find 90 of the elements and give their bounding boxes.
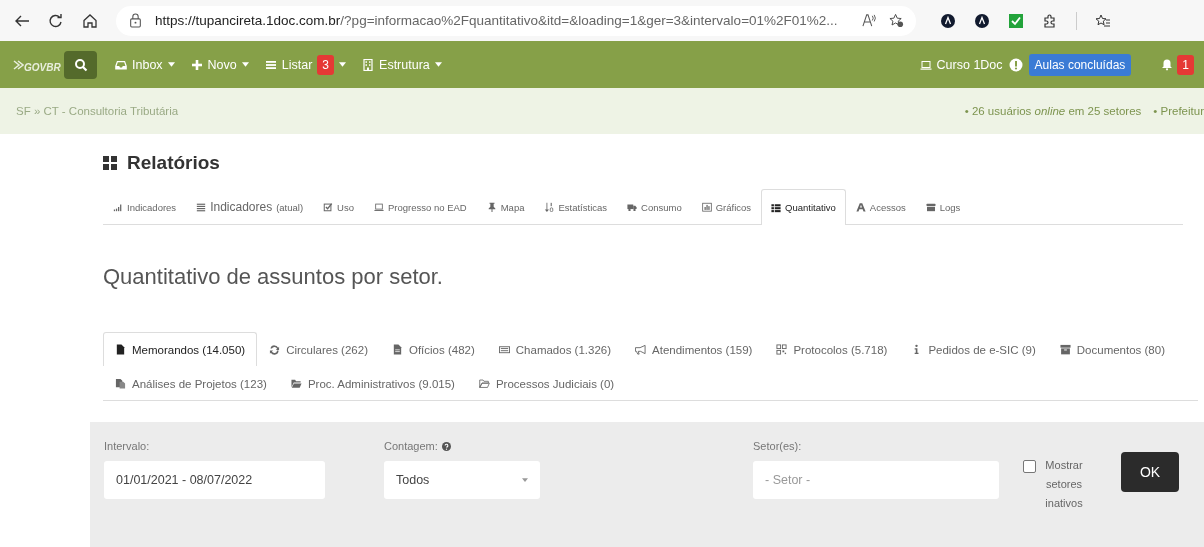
list-icon bbox=[264, 58, 277, 71]
add-favorite-icon[interactable] bbox=[889, 13, 904, 28]
checkbox-label: Mostrar setores inativos bbox=[1044, 458, 1084, 511]
search-button[interactable] bbox=[64, 50, 97, 79]
document-tab[interactable]: Análises de Projetos (123) bbox=[103, 366, 279, 400]
caret-icon bbox=[167, 62, 175, 67]
document-tab[interactable]: Pedidos de e-SIC (9) bbox=[899, 332, 1048, 366]
bar-chart-icon bbox=[701, 202, 712, 212]
menu-item[interactable]: Listar 3 bbox=[264, 54, 347, 75]
document-tab[interactable]: Chamados (1.326) bbox=[486, 332, 624, 366]
document-tab[interactable]: Protocolos (5.718) bbox=[764, 332, 900, 366]
document-tab[interactable]: Atendimentos (159) bbox=[623, 332, 765, 366]
qr-code-icon bbox=[776, 344, 788, 355]
report-tab[interactable]: Consumo bbox=[617, 189, 692, 224]
pin-icon bbox=[486, 202, 497, 212]
puzzle-icon[interactable] bbox=[1042, 12, 1058, 29]
home-icon[interactable] bbox=[82, 12, 98, 29]
inbox-icon bbox=[115, 58, 127, 71]
page-title: Relatórios bbox=[127, 152, 220, 174]
url-text: https://tupancireta.1doc.com.br/?pg=informacao%2Fquantitativo&itd=&loading=1&ger=3&intervalo=01%2F01%2... bbox=[155, 13, 839, 28]
building-icon bbox=[362, 58, 375, 71]
file-icon bbox=[115, 344, 126, 355]
report-tab[interactable]: Acessos bbox=[845, 189, 916, 224]
document-tab[interactable]: Proc. Administrativos (9.015) bbox=[278, 366, 467, 400]
count-select[interactable]: Todos bbox=[384, 461, 540, 499]
alert-icon bbox=[1008, 57, 1023, 72]
folder-icon bbox=[478, 378, 490, 389]
document-tab[interactable]: Memorandos (14.050) bbox=[103, 332, 258, 366]
checkbox[interactable] bbox=[1023, 460, 1036, 473]
copy-icon bbox=[115, 378, 126, 389]
report-tab[interactable]: Indicadores bbox=[103, 189, 187, 224]
sort-icon bbox=[544, 202, 555, 212]
folder-icon bbox=[290, 378, 302, 389]
caret-icon bbox=[522, 478, 528, 482]
address-bar[interactable]: https://tupancireta.1doc.com.br/?pg=informacao%2Fquantitativo&itd=&loading=1&ger=3&intervalo=01%2F01%2... bbox=[116, 5, 916, 36]
report-tab[interactable]: Progresso no EAD bbox=[364, 189, 477, 224]
field-label: Contagem: bbox=[384, 440, 438, 452]
extension-icon[interactable] bbox=[974, 12, 990, 29]
refresh-icon bbox=[269, 344, 281, 355]
report-tab[interactable]: Mapa bbox=[476, 189, 535, 224]
keyboard-icon bbox=[498, 344, 510, 355]
caret-icon bbox=[339, 62, 347, 67]
archive-icon bbox=[1059, 344, 1071, 355]
grid-icon bbox=[103, 156, 117, 170]
font-icon bbox=[855, 202, 866, 212]
search-icon bbox=[73, 57, 88, 72]
help-icon[interactable] bbox=[441, 441, 451, 451]
document-tab[interactable]: Ofícios (482) bbox=[379, 332, 487, 366]
lock-icon bbox=[128, 13, 143, 28]
ok-button[interactable]: OK bbox=[1121, 452, 1179, 492]
report-tab[interactable]: Uso bbox=[313, 189, 364, 224]
document-tab[interactable]: Processos Judiciais (0) bbox=[466, 366, 627, 400]
archive-icon bbox=[925, 202, 936, 212]
status-badge: Aulas concluídas bbox=[1028, 53, 1132, 76]
list-icon bbox=[196, 202, 207, 212]
document-tab[interactable]: Circulares (262) bbox=[257, 332, 380, 366]
date-range-field[interactable]: 01/01/2021 - 08/07/2022 bbox=[104, 461, 325, 499]
report-tab[interactable]: Logs bbox=[915, 189, 971, 224]
laptop-icon bbox=[374, 202, 384, 212]
notification-badge: 1 bbox=[1177, 54, 1194, 75]
checkbox-icon bbox=[323, 202, 334, 212]
online-users-text: • 26 usuários online em 25 setores bbox=[964, 105, 1142, 117]
megaphone-icon bbox=[635, 344, 647, 355]
checkmark-icon[interactable] bbox=[1008, 12, 1024, 29]
report-tab[interactable]: Quantitativo bbox=[761, 189, 846, 225]
list-icon bbox=[771, 202, 782, 213]
truck-icon bbox=[627, 202, 638, 212]
caret-icon bbox=[241, 62, 249, 67]
field-label: Setor(es): bbox=[753, 440, 803, 452]
bell-icon[interactable] bbox=[1161, 58, 1174, 71]
caret-icon bbox=[434, 62, 442, 67]
sector-field[interactable]: - Setor - bbox=[753, 461, 999, 499]
report-tab[interactable]: Indicadores (atual) bbox=[186, 189, 314, 224]
report-tab[interactable]: Estatísticas bbox=[534, 189, 618, 224]
logo-text: GOVBR bbox=[24, 62, 61, 73]
count-badge: 3 bbox=[317, 54, 335, 75]
document-tab[interactable]: Documentos (80) bbox=[1047, 332, 1177, 366]
read-aloud-icon[interactable] bbox=[862, 13, 877, 28]
extension-icon[interactable] bbox=[940, 12, 956, 29]
plus-icon bbox=[190, 58, 203, 71]
refresh-icon[interactable] bbox=[48, 12, 64, 29]
signal-bars-icon bbox=[113, 202, 123, 212]
report-tab[interactable]: Gráficos bbox=[691, 189, 762, 224]
section-heading: Quantitativo de assuntos por setor. bbox=[103, 264, 444, 290]
file-icon bbox=[391, 344, 403, 355]
favorites-icon[interactable] bbox=[1095, 12, 1111, 29]
organization-text: • Prefeitur bbox=[1153, 105, 1204, 117]
field-label: Intervalo: bbox=[104, 440, 151, 452]
arrow-logo-icon bbox=[12, 58, 24, 71]
laptop-icon bbox=[919, 58, 932, 71]
